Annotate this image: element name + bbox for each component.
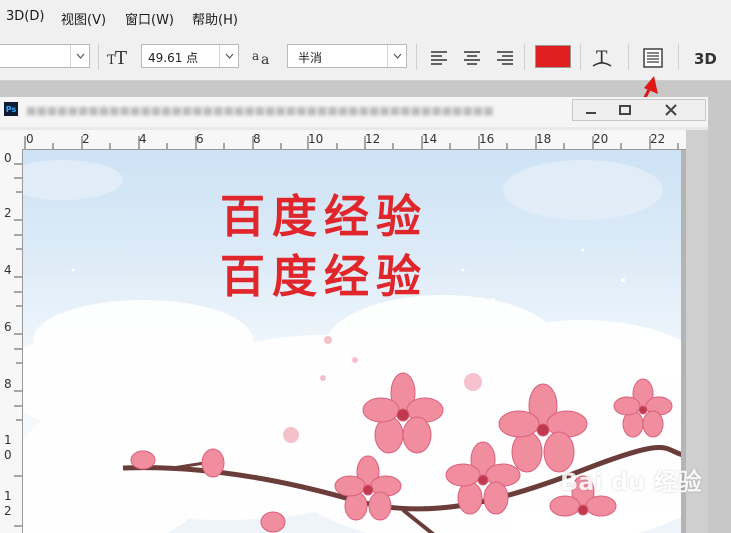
menu-help[interactable]: 帮助(H) bbox=[192, 9, 238, 28]
antialias-select[interactable]: 半消 bbox=[287, 44, 407, 68]
chevron-down-icon bbox=[70, 45, 89, 67]
divider bbox=[580, 44, 581, 70]
canvas-text-line-1[interactable]: 百度经验 bbox=[220, 180, 428, 245]
document-title-blurred: ■■■■■■■■■■■■■■■■■■■■■■■■■■■■■■■■■■■■■■■■… bbox=[26, 104, 494, 117]
font-style-select[interactable] bbox=[0, 44, 90, 68]
3d-icon[interactable]: 3D bbox=[690, 46, 722, 70]
divider bbox=[98, 44, 99, 70]
svg-text:a: a bbox=[252, 49, 259, 63]
ruler-left: 0 2 4 6 8 1 0 1 2 bbox=[0, 149, 23, 533]
ruler-ticks bbox=[24, 136, 679, 149]
svg-text:3D: 3D bbox=[694, 50, 717, 68]
document-titlebar[interactable]: Ps ■■■■■■■■■■■■■■■■■■■■■■■■■■■■■■■■■■■■■… bbox=[0, 97, 708, 127]
menu-window[interactable]: 窗口(W) bbox=[125, 9, 174, 28]
chevron-down-icon bbox=[387, 45, 406, 67]
ruler-ticks bbox=[14, 163, 22, 527]
ruler-corner bbox=[0, 130, 22, 149]
align-right-icon[interactable] bbox=[494, 48, 516, 68]
photoshop-logo-icon: Ps bbox=[4, 102, 18, 116]
align-left-icon[interactable] bbox=[428, 48, 450, 68]
menu-view[interactable]: 视图(V) bbox=[61, 9, 106, 28]
warp-text-icon[interactable]: T bbox=[589, 45, 615, 71]
text-color-swatch[interactable] bbox=[535, 45, 571, 68]
menu-bar: 3D(D) 视图(V) 窗口(W) 帮助(H) bbox=[0, 0, 731, 34]
divider bbox=[416, 44, 417, 70]
align-center-icon[interactable] bbox=[461, 48, 483, 68]
baidu-watermark: Bai du 经验 bbox=[560, 468, 702, 496]
svg-text:T: T bbox=[596, 48, 608, 68]
svg-text:a: a bbox=[261, 52, 269, 67]
antialias-value: 半消 bbox=[298, 51, 323, 65]
close-icon[interactable] bbox=[653, 100, 689, 120]
chevron-down-icon bbox=[219, 45, 238, 67]
menu-3d[interactable]: 3D(D) bbox=[6, 9, 44, 24]
minimize-icon[interactable] bbox=[573, 100, 609, 120]
font-size-select[interactable]: 49.61 点 bbox=[141, 44, 239, 68]
ruler-top: 0 2 4 6 8 10 12 14 16 18 20 22 bbox=[22, 130, 686, 150]
window-controls bbox=[572, 99, 706, 121]
svg-text:T: T bbox=[115, 48, 127, 67]
character-panel-icon[interactable] bbox=[640, 45, 666, 71]
font-size-value: 49.61 点 bbox=[148, 51, 199, 65]
font-size-icon: TT bbox=[105, 46, 133, 68]
maximize-icon[interactable] bbox=[607, 100, 643, 120]
divider bbox=[678, 44, 679, 70]
divider bbox=[524, 44, 525, 70]
divider bbox=[628, 44, 629, 70]
antialias-icon: aa bbox=[251, 46, 275, 68]
canvas-text-line-2[interactable]: 百度经验 bbox=[220, 240, 428, 305]
